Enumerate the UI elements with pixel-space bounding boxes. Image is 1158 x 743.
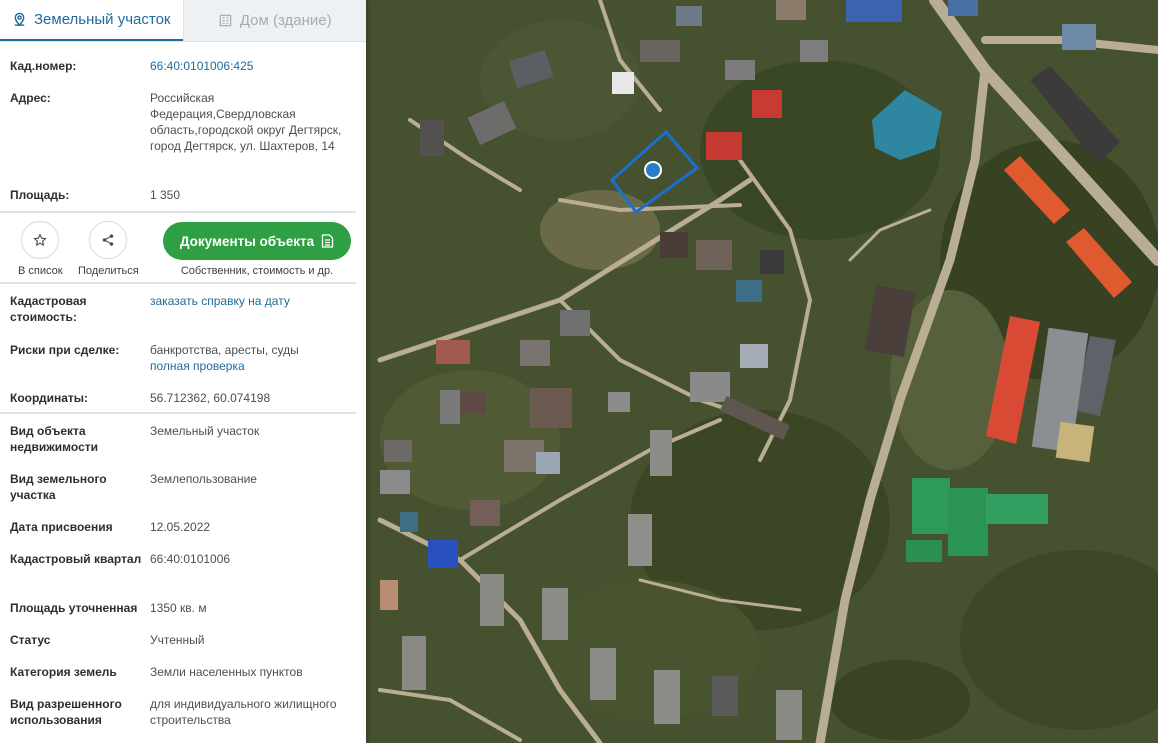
- land-category-value: Земли населенных пунктов: [150, 665, 303, 679]
- row-assign-date: Дата присвоения 12.05.2022: [10, 519, 356, 551]
- tab-building[interactable]: Дом (здание): [182, 0, 366, 41]
- status-value: Учтенный: [150, 633, 205, 647]
- share-label: Поделиться: [78, 265, 139, 277]
- area-value: 1 350: [150, 188, 181, 202]
- cad-quarter-label: Кадастровый квартал: [10, 552, 142, 566]
- parcel-location-marker[interactable]: [644, 161, 662, 179]
- cad-number-link[interactable]: 66:40:0101006:425: [150, 59, 253, 73]
- order-certificate-link[interactable]: заказать справку на дату: [150, 294, 290, 308]
- documents-subtitle: Собственник, стоимость и др.: [180, 265, 334, 277]
- tab-building-label: Дом (здание): [239, 12, 332, 29]
- document-icon: [321, 234, 334, 248]
- address-value: Российская Федерация,Свердловская област…: [150, 91, 342, 153]
- share-button[interactable]: [89, 221, 127, 259]
- row-land-type: Вид земельного участка Землепользование: [10, 471, 356, 519]
- row-object-type: Вид объекта недвижимости Земельный участ…: [10, 423, 356, 471]
- row-cad-number: Кад.номер: 66:40:0101006:425: [10, 58, 356, 90]
- address-label: Адрес:: [10, 91, 51, 105]
- documents-button[interactable]: Документы объекта: [163, 222, 351, 260]
- cad-cost-label: Кадастровая стоимость:: [10, 294, 87, 324]
- permitted-use-value: для индивидуального жилищного строительс…: [150, 697, 337, 727]
- cad-number-label: Кад.номер:: [10, 59, 77, 73]
- row-area: Площадь: 1 350: [10, 187, 356, 211]
- row-coordinates: Координаты: 56.712362, 60.074198: [10, 390, 356, 412]
- tab-bar: Земельный участок Дом (здание): [0, 0, 366, 42]
- row-risks: Риски при сделке: банкротства, аресты, с…: [10, 342, 356, 390]
- star-icon: [33, 233, 47, 247]
- refined-area-label: Площадь уточненная: [10, 601, 138, 615]
- documents-button-label: Документы объекта: [179, 233, 315, 249]
- risks-value: банкротства, аресты, суды: [150, 343, 299, 357]
- refined-area-value: 1350 кв. м: [150, 601, 207, 615]
- coordinates-label: Координаты:: [10, 391, 89, 405]
- cad-quarter-value: 66:40:0101006: [150, 552, 231, 566]
- coordinates-value: 56.712362, 60.074198: [150, 391, 271, 405]
- row-land-category: Категория земель Земли населенных пункто…: [10, 664, 356, 696]
- land-type-value: Землепользование: [150, 472, 257, 486]
- yard: [1055, 421, 1095, 463]
- map-pin-icon: [14, 12, 25, 27]
- info-panel: Земельный участок Дом (здание) Кад.номер…: [0, 0, 366, 743]
- permitted-use-label: Вид разрешенного использования: [10, 697, 122, 727]
- land-type-label: Вид земельного участка: [10, 472, 107, 502]
- object-type-label: Вид объекта недвижимости: [10, 424, 98, 454]
- status-label: Статус: [10, 633, 51, 647]
- tab-land-plot-label: Земельный участок: [33, 11, 171, 28]
- tab-land-plot[interactable]: Земельный участок: [0, 0, 183, 41]
- row-address: Адрес: Российская Федерация,Свердловская…: [10, 90, 356, 187]
- assign-date-value: 12.05.2022: [150, 520, 211, 534]
- object-type-value: Земельный участок: [150, 424, 260, 438]
- row-cad-cost: Кадастровая стоимость: заказать справку …: [10, 293, 356, 342]
- full-check-link[interactable]: полная проверка: [150, 359, 245, 373]
- land-category-label: Категория земель: [10, 665, 117, 679]
- add-to-list-label: В список: [18, 265, 63, 277]
- add-to-list-button[interactable]: [21, 221, 59, 259]
- row-permitted-use: Вид разрешенного использования для индив…: [10, 696, 356, 732]
- area-label: Площадь:: [10, 188, 70, 202]
- row-status: Статус Учтенный: [10, 632, 356, 664]
- share-icon: [102, 234, 114, 246]
- row-refined-area: Площадь уточненная 1350 кв. м: [10, 600, 356, 632]
- risks-label: Риски при сделке:: [10, 343, 120, 357]
- action-bar: В список Поделиться Документы объекта Со…: [0, 213, 366, 282]
- row-cad-quarter: Кадастровый квартал 66:40:0101006: [10, 551, 356, 600]
- assign-date-label: Дата присвоения: [10, 520, 113, 534]
- building-icon: [219, 14, 232, 27]
